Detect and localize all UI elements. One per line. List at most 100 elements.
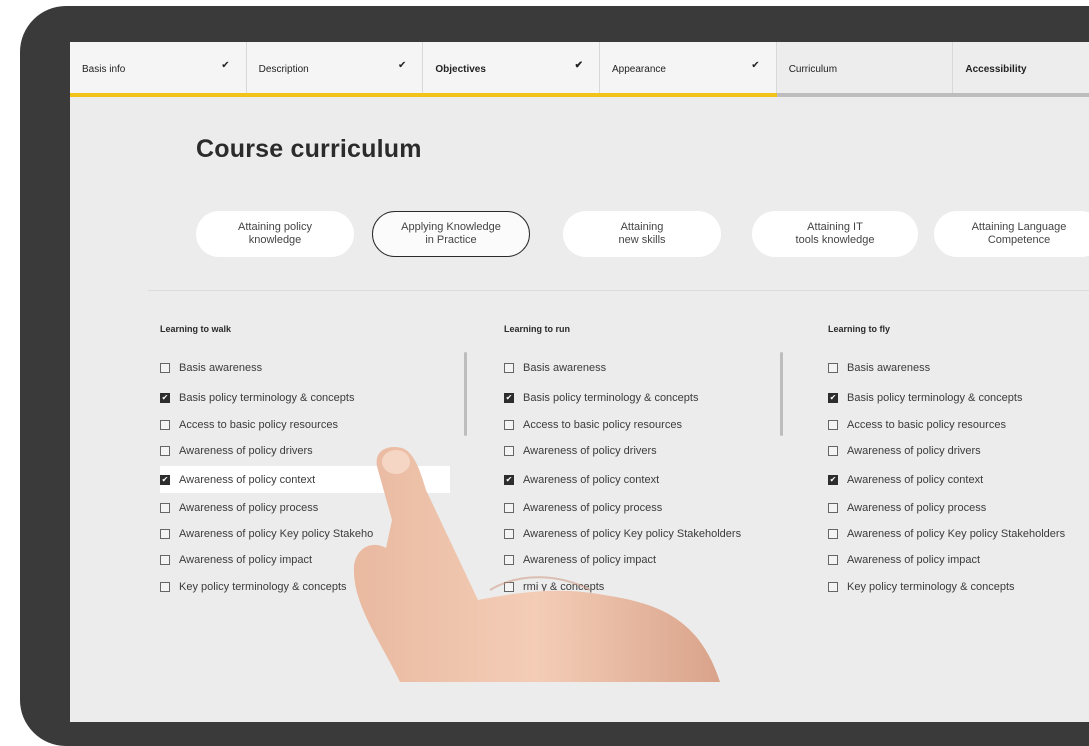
- checklist-item[interactable]: ✔ Awareness of policy context: [828, 470, 983, 490]
- column-title-run: Learning to run: [504, 324, 570, 334]
- tab-progress-bar: [246, 93, 424, 97]
- checklist-item-label: Awareness of policy drivers: [847, 445, 981, 457]
- checkbox-unchecked[interactable]: [828, 503, 838, 513]
- checklist-item[interactable]: Key policy terminology & concepts: [828, 577, 1015, 597]
- checkbox-unchecked[interactable]: [504, 582, 514, 592]
- checklist-item-label: Basis policy terminology & concepts: [523, 392, 699, 404]
- step-tabs: Basis info ✔ Description ✔ Objectives ✔ …: [70, 42, 1089, 97]
- tab-curriculum[interactable]: Curriculum: [776, 42, 954, 97]
- check-icon: ✔: [221, 60, 230, 71]
- checklist-item[interactable]: Basis awareness: [160, 358, 262, 378]
- checklist-item[interactable]: Awareness of policy impact: [828, 550, 980, 570]
- tab-objectives[interactable]: Objectives ✔: [423, 42, 601, 97]
- checklist-item[interactable]: Awareness of policy Key policy Stakeho: [160, 524, 373, 544]
- checkbox-unchecked[interactable]: [504, 529, 514, 539]
- checkbox-unchecked[interactable]: [160, 555, 170, 565]
- checklist-item-label: Awareness of policy process: [847, 502, 987, 514]
- checklist-item[interactable]: ✔ Basis policy terminology & concepts: [504, 388, 698, 408]
- category-pill-applying-knowledge[interactable]: Applying Knowledge in Practice: [372, 211, 530, 257]
- checkbox-unchecked[interactable]: [828, 420, 838, 430]
- column-title-walk: Learning to walk: [160, 324, 232, 334]
- checkbox-checked[interactable]: ✔: [160, 393, 170, 403]
- tab-appearance[interactable]: Appearance ✔: [600, 42, 777, 97]
- checkbox-unchecked[interactable]: [504, 503, 514, 513]
- checklist-item-label: Awareness of policy Key policy Stakeho: [179, 528, 374, 540]
- checklist-item-label: Access to basic policy resources: [523, 419, 682, 431]
- scrollbar-walk[interactable]: [464, 352, 467, 436]
- checklist-item[interactable]: Awareness of policy process: [828, 498, 986, 518]
- checklist-item-label: Awareness of policy process: [523, 502, 663, 514]
- tab-description[interactable]: Description ✔: [246, 42, 424, 97]
- checkbox-unchecked[interactable]: [160, 503, 170, 513]
- checkbox-unchecked[interactable]: [504, 420, 514, 430]
- tab-progress-bar: [423, 93, 601, 97]
- checklist-item[interactable]: Access to basic policy resources: [504, 415, 682, 435]
- checklist-item-label: rmi y & concepts: [523, 581, 605, 593]
- checkbox-unchecked[interactable]: [160, 363, 170, 373]
- checklist-item[interactable]: ✔ Basis policy terminology & concepts: [160, 388, 354, 408]
- checklist-item[interactable]: Awareness of policy drivers: [504, 441, 657, 461]
- checklist-item[interactable]: Access to basic policy resources: [160, 415, 338, 435]
- checklist-item-label: Basis policy terminology & concepts: [847, 392, 1023, 404]
- tab-label: Objectives: [435, 64, 486, 75]
- category-pill-policy-knowledge[interactable]: Attaining policy knowledge: [196, 211, 354, 257]
- checkbox-unchecked[interactable]: [160, 446, 170, 456]
- checkbox-unchecked[interactable]: [160, 420, 170, 430]
- checklist-item[interactable]: Awareness of policy impact: [160, 550, 312, 570]
- category-pill-new-skills[interactable]: Attaining new skills: [563, 211, 721, 257]
- checklist-item-label: Awareness of policy Key policy Stakehold…: [847, 528, 1066, 540]
- tab-basis-info[interactable]: Basis info ✔: [70, 42, 247, 97]
- tab-progress-bar: [600, 93, 777, 97]
- checklist-item-label: Awareness of policy context: [523, 474, 660, 486]
- checkbox-checked[interactable]: ✔: [160, 475, 170, 485]
- checklist-item-label: Basis awareness: [179, 362, 263, 374]
- tab-label: Accessibility: [965, 64, 1027, 75]
- checklist-item-label: Awareness of policy Key policy Stakehold…: [523, 528, 742, 540]
- checkbox-unchecked[interactable]: [160, 529, 170, 539]
- checklist-item[interactable]: Access to basic policy resources: [828, 415, 1006, 435]
- checklist-item-label: Basis awareness: [847, 362, 931, 374]
- checkbox-checked[interactable]: ✔: [504, 475, 514, 485]
- checklist-item-label: Awareness of policy impact: [523, 554, 657, 566]
- checkbox-unchecked[interactable]: [828, 363, 838, 373]
- checklist-item-label: Awareness of policy context: [179, 474, 316, 486]
- checklist-item[interactable]: Awareness of policy drivers: [828, 441, 981, 461]
- checklist-item[interactable]: Awareness of policy impact: [504, 550, 656, 570]
- checklist-item[interactable]: Awareness of policy process: [504, 498, 662, 518]
- category-pill-language[interactable]: Attaining Language Competence: [934, 211, 1089, 257]
- checklist-item[interactable]: Key policy terminology & concepts: [160, 577, 347, 597]
- checkbox-unchecked[interactable]: [504, 446, 514, 456]
- checklist-item-label: Awareness of policy drivers: [523, 445, 657, 457]
- column-title-fly: Learning to fly: [828, 324, 891, 334]
- checklist-item-label: Awareness of policy impact: [847, 554, 981, 566]
- checkbox-checked[interactable]: ✔: [828, 475, 838, 485]
- check-icon: ✔: [751, 60, 760, 71]
- checklist-item[interactable]: Awareness of policy drivers: [160, 441, 313, 461]
- checklist-item[interactable]: Awareness of policy Key policy Stakehold…: [504, 524, 741, 544]
- checklist-item[interactable]: ✔ Basis policy terminology & concepts: [828, 388, 1022, 408]
- checklist-item-label: Awareness of policy impact: [179, 554, 313, 566]
- checklist-item[interactable]: Awareness of policy process: [160, 498, 318, 518]
- checkbox-unchecked[interactable]: [160, 582, 170, 592]
- checklist-item-label: Key policy terminology & concepts: [847, 581, 1015, 593]
- checklist-item[interactable]: Awareness of policy Key policy Stakehold…: [828, 524, 1065, 544]
- checklist-item[interactable]: rmi y & concepts: [504, 577, 604, 597]
- checkbox-unchecked[interactable]: [504, 555, 514, 565]
- checklist-item[interactable]: ✔ Awareness of policy context: [504, 470, 659, 490]
- checkbox-unchecked[interactable]: [828, 555, 838, 565]
- checkbox-unchecked[interactable]: [828, 446, 838, 456]
- scrollbar-run[interactable]: [780, 352, 783, 436]
- checklist-item[interactable]: ✔ Awareness of policy context: [160, 470, 315, 490]
- checkbox-unchecked[interactable]: [828, 582, 838, 592]
- check-icon: ✔: [574, 60, 584, 71]
- checkbox-checked[interactable]: ✔: [504, 393, 514, 403]
- checkbox-unchecked[interactable]: [828, 529, 838, 539]
- tab-accessibility[interactable]: Accessibility: [953, 42, 1089, 97]
- checklist-item-label: Basis policy terminology & concepts: [179, 392, 355, 404]
- checkbox-unchecked[interactable]: [504, 363, 514, 373]
- category-pill-it-tools[interactable]: Attaining IT tools knowledge: [752, 211, 918, 257]
- checklist-item-label: Basis awareness: [523, 362, 607, 374]
- checkbox-checked[interactable]: ✔: [828, 393, 838, 403]
- checklist-item[interactable]: Basis awareness: [504, 358, 606, 378]
- checklist-item[interactable]: Basis awareness: [828, 358, 930, 378]
